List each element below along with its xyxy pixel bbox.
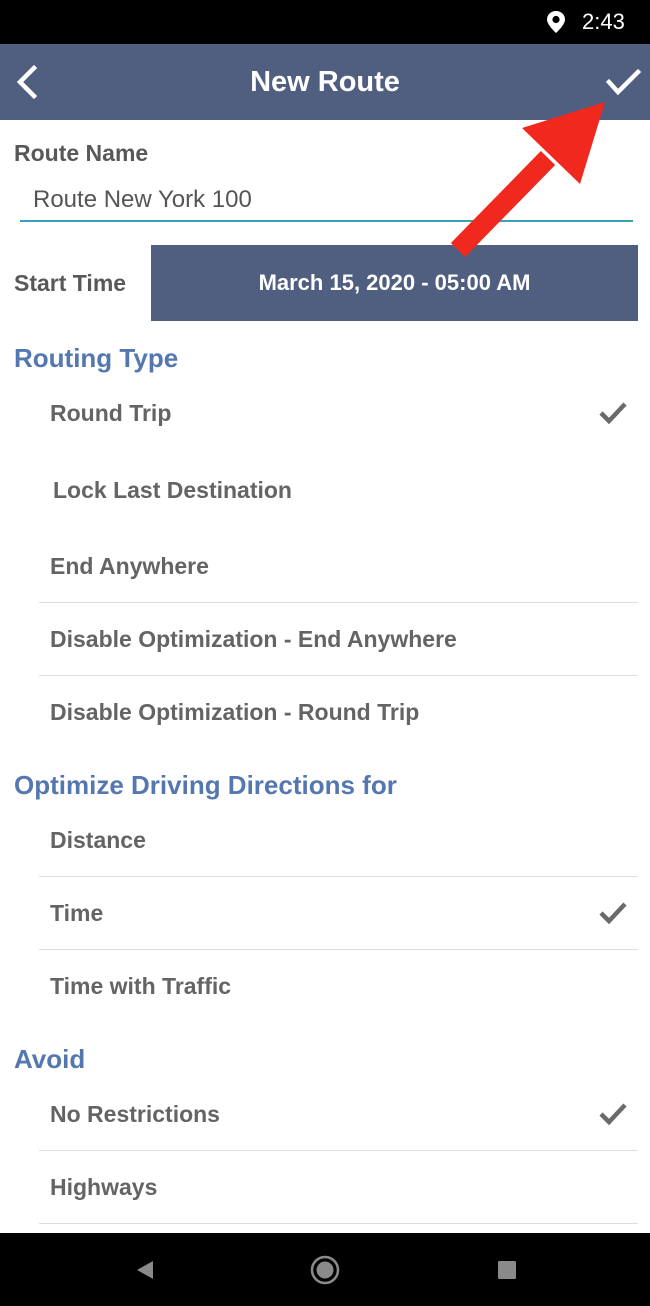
routing-type-heading: Routing Type [14,343,179,373]
route-name-input[interactable] [20,180,633,222]
selected-check-icon [599,902,627,925]
page-title: New Route [250,66,400,98]
system-nav-bar [0,1233,650,1306]
location-pin-icon [547,11,565,33]
option-label: Round Trip [50,400,172,426]
back-triangle-icon[interactable] [128,1253,162,1287]
option-label: Time [50,900,104,926]
avoid-heading: Avoid [14,1044,86,1074]
start-time-label: Start Time [14,270,127,296]
home-circle-icon[interactable] [308,1253,342,1287]
done-button[interactable] [602,62,642,102]
optimize-option-time-with-traffic[interactable]: Time with Traffic [39,950,638,1023]
option-label: Disable Optimization - End Anywhere [50,626,457,652]
option-label: Disable Optimization - Round Trip [50,699,420,725]
routing-option-disable-opt-end-anywhere[interactable]: Disable Optimization - End Anywhere [39,603,638,676]
route-name-label: Route Name [14,140,149,166]
option-label: End Anywhere [50,553,209,579]
routing-option-lock-last-destination[interactable]: Lock Last Destination [39,454,638,527]
option-label: Distance [50,827,146,853]
selected-check-icon [599,1103,627,1126]
app-bar: New Route [0,44,650,120]
option-label: Time with Traffic [50,973,232,999]
routing-option-disable-opt-round-trip[interactable]: Disable Optimization - Round Trip [39,676,638,749]
optimize-heading: Optimize Driving Directions for [14,770,397,800]
routing-option-end-anywhere[interactable]: End Anywhere [39,530,638,603]
option-label: Lock Last Destination [53,477,292,503]
optimize-option-time[interactable]: Time [39,877,638,950]
option-label: Highways [50,1174,158,1200]
check-icon [605,68,642,96]
start-time-button[interactable]: March 15, 2020 - 05:00 AM [151,245,638,321]
avoid-option-no-restrictions[interactable]: No Restrictions [39,1078,638,1151]
recents-square-icon[interactable] [490,1253,524,1287]
routing-option-round-trip[interactable]: Round Trip [39,377,638,450]
selected-check-icon [599,402,627,425]
avoid-option-highways[interactable]: Highways [39,1151,638,1224]
status-time: 2:43 [582,9,625,34]
status-bar: 2:43 [0,0,650,44]
optimize-option-distance[interactable]: Distance [39,804,638,877]
option-label: No Restrictions [50,1101,220,1127]
